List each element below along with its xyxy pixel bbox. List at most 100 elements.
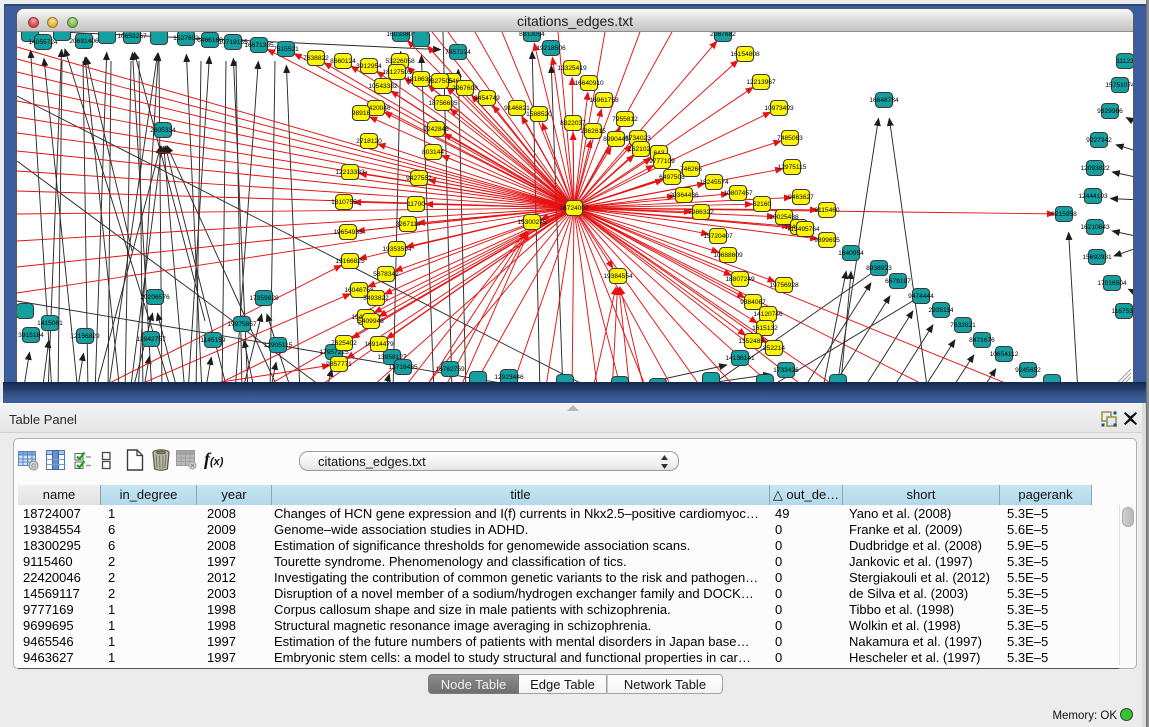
svg-text:62160: 62160 xyxy=(753,201,772,208)
svg-text:15692931: 15692931 xyxy=(1082,254,1112,261)
svg-text:7632621: 7632621 xyxy=(950,322,976,329)
svg-text:1527602: 1527602 xyxy=(173,35,199,42)
svg-text:3912954: 3912954 xyxy=(356,63,382,70)
svg-text:2718120: 2718120 xyxy=(356,138,382,145)
svg-text:5409948: 5409948 xyxy=(358,318,384,325)
svg-text:18724007: 18724007 xyxy=(559,205,589,212)
svg-text:1615132: 1615132 xyxy=(752,325,778,332)
svg-text:13524851: 13524851 xyxy=(738,338,768,345)
svg-text:10653267: 10653267 xyxy=(117,33,147,40)
svg-text:1810755: 1810755 xyxy=(331,199,357,206)
svg-text:12156829: 12156829 xyxy=(70,333,100,340)
svg-text:12923446: 12923446 xyxy=(494,374,524,381)
svg-text:1167534: 1167534 xyxy=(1111,308,1133,315)
svg-text:16914479: 16914479 xyxy=(364,341,394,348)
svg-text:9115460: 9115460 xyxy=(814,207,840,214)
svg-text:12905115: 12905115 xyxy=(264,342,293,349)
svg-text:10807457: 10807457 xyxy=(723,190,753,197)
svg-text:12942757: 12942757 xyxy=(136,336,166,343)
svg-text:6679197: 6679197 xyxy=(885,278,911,285)
svg-text:12444193: 12444193 xyxy=(1078,193,1108,200)
svg-text:12975115: 12975115 xyxy=(778,164,807,171)
svg-text:9899695: 9899695 xyxy=(814,237,840,244)
svg-text:19353594: 19353594 xyxy=(382,246,412,253)
svg-text:16782759: 16782759 xyxy=(435,366,465,373)
svg-text:18245574: 18245574 xyxy=(699,179,729,186)
svg-text:2935114: 2935114 xyxy=(928,307,954,314)
svg-text:10543382: 10543382 xyxy=(368,83,398,90)
svg-text:9327505: 9327505 xyxy=(427,78,453,85)
svg-text:13716485: 13716485 xyxy=(388,364,418,371)
svg-text:1588520: 1588520 xyxy=(526,111,552,118)
svg-text:13495764: 13495764 xyxy=(790,226,820,233)
svg-text:1733426: 1733426 xyxy=(773,367,799,374)
svg-text:19975857: 19975857 xyxy=(227,321,257,328)
svg-text:3915184: 3915184 xyxy=(18,332,44,339)
svg-text:7638822: 7638822 xyxy=(303,55,329,62)
svg-text:8938923: 8938923 xyxy=(866,265,892,272)
svg-text:19166825: 19166825 xyxy=(335,258,365,265)
svg-text:8660124: 8660124 xyxy=(330,58,356,65)
svg-text:15300275: 15300275 xyxy=(517,219,547,226)
svg-text:12213383: 12213383 xyxy=(335,169,365,176)
svg-text:19384554: 19384554 xyxy=(603,273,633,280)
svg-text:8813054: 8813054 xyxy=(519,32,545,38)
svg-text:19218506: 19218506 xyxy=(536,45,566,52)
svg-text:8215958: 8215958 xyxy=(1051,211,1077,218)
svg-text:1640954: 1640954 xyxy=(838,250,864,257)
svg-text:16640910: 16640910 xyxy=(574,80,604,87)
svg-text:12093822: 12093822 xyxy=(1080,165,1110,172)
svg-text:1415061: 1415061 xyxy=(37,320,63,327)
svg-text:9384067: 9384067 xyxy=(740,299,766,306)
svg-text:6497508: 6497508 xyxy=(659,174,685,181)
svg-text:15751074: 15751074 xyxy=(1105,82,1133,89)
svg-text:17359928: 17359928 xyxy=(249,295,279,302)
svg-text:98916: 98916 xyxy=(352,110,371,117)
svg-text:14055724: 14055724 xyxy=(28,39,58,46)
svg-text:3267110: 3267110 xyxy=(395,221,421,228)
svg-text:746266: 746266 xyxy=(680,166,702,173)
svg-text:803144: 803144 xyxy=(422,149,444,156)
svg-text:20364436: 20364436 xyxy=(669,192,699,199)
svg-text:1362615: 1362615 xyxy=(580,128,606,135)
svg-text:2605334: 2605334 xyxy=(150,127,176,134)
svg-text:20691406: 20691406 xyxy=(69,38,99,45)
svg-text:10973493: 10973493 xyxy=(764,105,794,112)
svg-text:18756685: 18756685 xyxy=(428,100,458,107)
svg-text:2967608: 2967608 xyxy=(452,85,478,92)
svg-text:19654933: 19654933 xyxy=(333,229,363,236)
svg-text:20206576: 20206576 xyxy=(140,294,170,301)
svg-text:7625402: 7625402 xyxy=(331,340,357,347)
svg-text:9245652: 9245652 xyxy=(1015,367,1041,374)
svg-text:14136141: 14136141 xyxy=(725,355,755,362)
svg-text:13325419: 13325419 xyxy=(557,65,587,72)
svg-text:7515521: 7515521 xyxy=(273,46,299,53)
svg-text:18807249: 18807249 xyxy=(725,276,755,283)
svg-text:12213967: 12213967 xyxy=(746,79,776,86)
svg-text:9329966: 9329966 xyxy=(1097,108,1123,115)
svg-text:9242848: 9242848 xyxy=(423,126,449,133)
svg-text:18127505: 18127505 xyxy=(382,69,412,76)
svg-text:7485063: 7485063 xyxy=(777,135,803,142)
svg-text:9463627: 9463627 xyxy=(788,194,814,201)
svg-text:19756928: 19756928 xyxy=(769,282,799,289)
svg-text:5878342: 5878342 xyxy=(373,271,399,278)
svg-text:7357224: 7357224 xyxy=(445,49,471,56)
svg-text:1145159: 1145159 xyxy=(200,337,226,344)
svg-text:8471676: 8471676 xyxy=(969,337,995,344)
svg-text:15720407: 15720407 xyxy=(703,233,733,240)
svg-text:16210643: 16210643 xyxy=(1080,224,1110,231)
svg-text:7986322: 7986322 xyxy=(688,209,714,216)
svg-text:16154808: 16154808 xyxy=(730,51,760,58)
svg-text:9227342: 9227342 xyxy=(1086,137,1112,144)
svg-text:252214: 252214 xyxy=(763,345,785,352)
svg-text:9777109: 9777109 xyxy=(649,158,675,165)
svg-text:10688609: 10688609 xyxy=(713,252,743,259)
svg-text:2087682: 2087682 xyxy=(710,32,736,38)
svg-text:9857771: 9857771 xyxy=(326,361,352,368)
svg-text:8322037: 8322037 xyxy=(560,120,586,127)
svg-text:9427552: 9427552 xyxy=(406,175,432,182)
svg-text:17016504: 17016504 xyxy=(1097,280,1127,287)
svg-text:16671385: 16671385 xyxy=(244,42,274,49)
svg-text:9474444: 9474444 xyxy=(908,293,934,300)
